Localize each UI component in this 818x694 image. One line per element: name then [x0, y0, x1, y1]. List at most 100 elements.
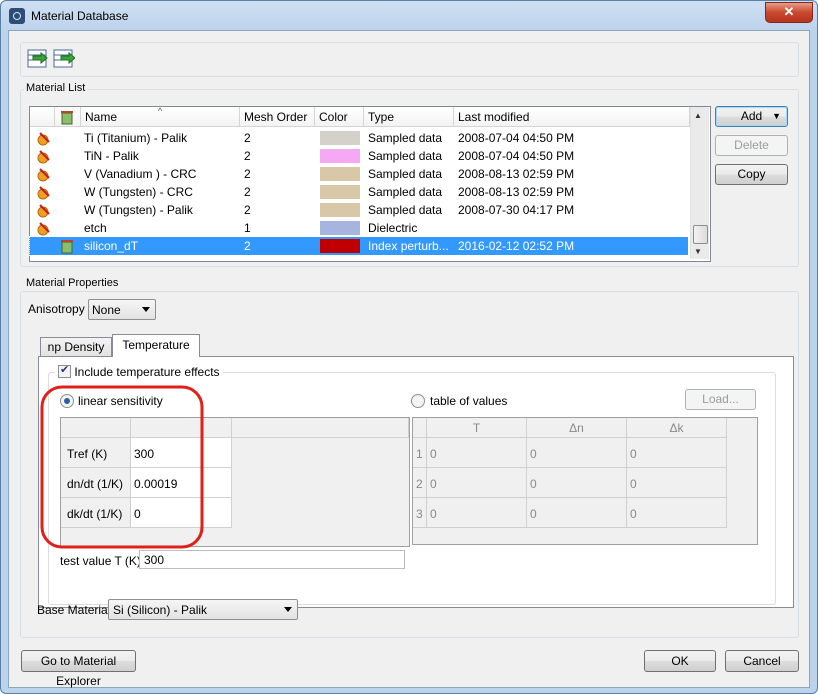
- material-mesh-order: 2: [244, 203, 251, 217]
- values-row-index: 3: [413, 498, 427, 528]
- material-name: etch: [84, 221, 107, 235]
- ok-button[interactable]: OK: [644, 650, 716, 672]
- material-color-swatch[interactable]: [320, 185, 360, 199]
- material-last-modified: 2016-02-12 02:52 PM: [458, 239, 575, 253]
- anisotropy-value: None: [92, 303, 121, 317]
- column-header-last-modified[interactable]: Last modified: [454, 107, 690, 127]
- delete-button[interactable]: Delete: [715, 135, 788, 156]
- base-material-value: Si (Silicon) - Palik: [113, 603, 208, 617]
- base-material-select[interactable]: Si (Silicon) - Palik: [108, 599, 298, 620]
- test-value-input[interactable]: 300: [139, 550, 405, 569]
- title-bar: Material Database ✕: [1, 1, 817, 31]
- column-header-mesh-order[interactable]: Mesh Order: [240, 107, 315, 127]
- material-row[interactable]: Ti (Titanium) - Palik 2 Sampled data 2008-0…: [30, 129, 688, 147]
- values-cell-dn: 0: [527, 468, 627, 498]
- toolbar: [20, 42, 799, 77]
- add-button[interactable]: Add ▼: [715, 106, 788, 127]
- copy-button[interactable]: Copy: [715, 164, 788, 185]
- chevron-down-icon: [284, 607, 292, 612]
- material-type: Sampled data: [368, 167, 443, 181]
- material-mesh-order: 2: [244, 149, 251, 163]
- material-name: TiN - Palik: [84, 149, 139, 163]
- values-column-header: T: [427, 418, 527, 438]
- values-cell-dk: 0: [627, 468, 727, 498]
- values-cell-dk: 0: [627, 438, 727, 468]
- material-mesh-order: 1: [244, 221, 251, 235]
- material-last-modified: 2008-07-04 04:50 PM: [458, 131, 575, 145]
- values-row-index: 1: [413, 438, 427, 468]
- go-to-material-explorer-button[interactable]: Go to Material Explorer: [21, 650, 136, 688]
- include-temperature-label: Include temperature effects: [74, 365, 220, 379]
- trash-icon[interactable]: [59, 238, 75, 257]
- column-header-icon1[interactable]: [30, 107, 55, 127]
- export-icon[interactable]: [53, 47, 76, 69]
- material-last-modified: 2008-08-13 02:59 PM: [458, 185, 575, 199]
- values-cell-dn: 0: [527, 438, 627, 468]
- material-name: Ti (Titanium) - Palik: [84, 131, 188, 145]
- values-row-index: 2: [413, 468, 427, 498]
- material-type: Sampled data: [368, 203, 443, 217]
- values-table: T Δn Δk 100020003000: [412, 417, 758, 545]
- material-row[interactable]: W (Tungsten) - Palik 2 Sampled data 2008-07…: [30, 201, 688, 219]
- material-color-swatch[interactable]: [320, 221, 360, 235]
- chevron-down-icon: [142, 307, 150, 312]
- material-name: V (Vanadium ) - CRC: [84, 167, 197, 181]
- material-color-swatch[interactable]: [320, 167, 360, 181]
- table-of-values-label: table of values: [430, 394, 508, 408]
- anisotropy-select[interactable]: None: [88, 299, 156, 320]
- scroll-down-arrow-icon[interactable]: ▼: [694, 247, 702, 256]
- tab-temperature[interactable]: Temperature: [112, 334, 200, 357]
- material-last-modified: 2008-07-04 04:50 PM: [458, 149, 575, 163]
- material-color-swatch[interactable]: [320, 239, 360, 253]
- close-button[interactable]: ✕: [765, 2, 813, 23]
- dropdown-arrow-icon: ▼: [772, 111, 781, 121]
- include-temperature-checkbox[interactable]: ✔: [58, 364, 71, 378]
- values-column-header: Δk: [627, 418, 727, 438]
- scroll-up-arrow-icon[interactable]: ▲: [694, 111, 702, 120]
- blank-column-header: [232, 418, 409, 438]
- material-type: Dielectric: [368, 221, 418, 235]
- material-row[interactable]: TiN - Palik 2 Sampled data 2008-07-04 04:50…: [30, 147, 688, 165]
- values-cell-t: 0: [427, 498, 527, 528]
- material-mesh-order: 2: [244, 239, 251, 253]
- column-header-color[interactable]: Color: [315, 107, 364, 127]
- load-button[interactable]: Load...: [685, 389, 756, 410]
- scrollbar-thumb[interactable]: [693, 225, 708, 244]
- material-row[interactable]: silicon_dT 2 Index perturb... 2016-02-12 02…: [29, 236, 689, 257]
- add-button-label: Add: [740, 109, 763, 123]
- import-icon[interactable]: [27, 47, 49, 69]
- test-value-text: 300: [144, 553, 165, 567]
- values-table-corner: [413, 418, 427, 438]
- highlight-annotation: [40, 385, 204, 549]
- material-table: Name ^ Mesh Order Color Type Last modifi…: [29, 106, 711, 262]
- material-last-modified: 2008-08-13 02:59 PM: [458, 167, 575, 181]
- dialog-client: Material List Name ^ Mesh Order Color Ty…: [8, 30, 810, 688]
- material-row[interactable]: V (Vanadium ) - CRC 2 Sampled data 2008-08-…: [30, 165, 688, 183]
- vertical-scrollbar[interactable]: ▲ ▼: [690, 107, 709, 259]
- checkmark-icon: ✔: [60, 364, 70, 376]
- tab-np-density[interactable]: np Density: [40, 337, 112, 356]
- material-color-swatch[interactable]: [320, 149, 360, 163]
- material-name: W (Tungsten) - Palik: [84, 203, 193, 217]
- base-material-label: Base Material: [37, 603, 111, 617]
- window-title: Material Database: [31, 9, 129, 23]
- cancel-button[interactable]: Cancel: [725, 650, 799, 672]
- material-type: Sampled data: [368, 185, 443, 199]
- material-list-label: Material List: [24, 82, 88, 94]
- material-last-modified: 2008-07-30 04:17 PM: [458, 203, 575, 217]
- column-header-type[interactable]: Type: [364, 107, 454, 127]
- material-row[interactable]: etch 1 Dielectric: [30, 219, 688, 237]
- material-color-swatch[interactable]: [320, 131, 360, 145]
- table-of-values-radio[interactable]: [411, 394, 425, 408]
- material-type: Index perturb...: [368, 239, 449, 253]
- values-cell-t: 0: [427, 468, 527, 498]
- values-cell-dk: 0: [627, 498, 727, 528]
- trash-icon: [61, 111, 73, 125]
- material-row[interactable]: W (Tungsten) - CRC 2 Sampled data 2008-08-1…: [30, 183, 688, 201]
- material-color-swatch[interactable]: [320, 203, 360, 217]
- anisotropy-label: Anisotropy: [28, 302, 85, 316]
- column-header-icon2[interactable]: [55, 107, 81, 127]
- material-mesh-order: 2: [244, 167, 251, 181]
- values-column-header: Δn: [527, 418, 627, 438]
- test-value-label: test value T (K): [60, 554, 141, 568]
